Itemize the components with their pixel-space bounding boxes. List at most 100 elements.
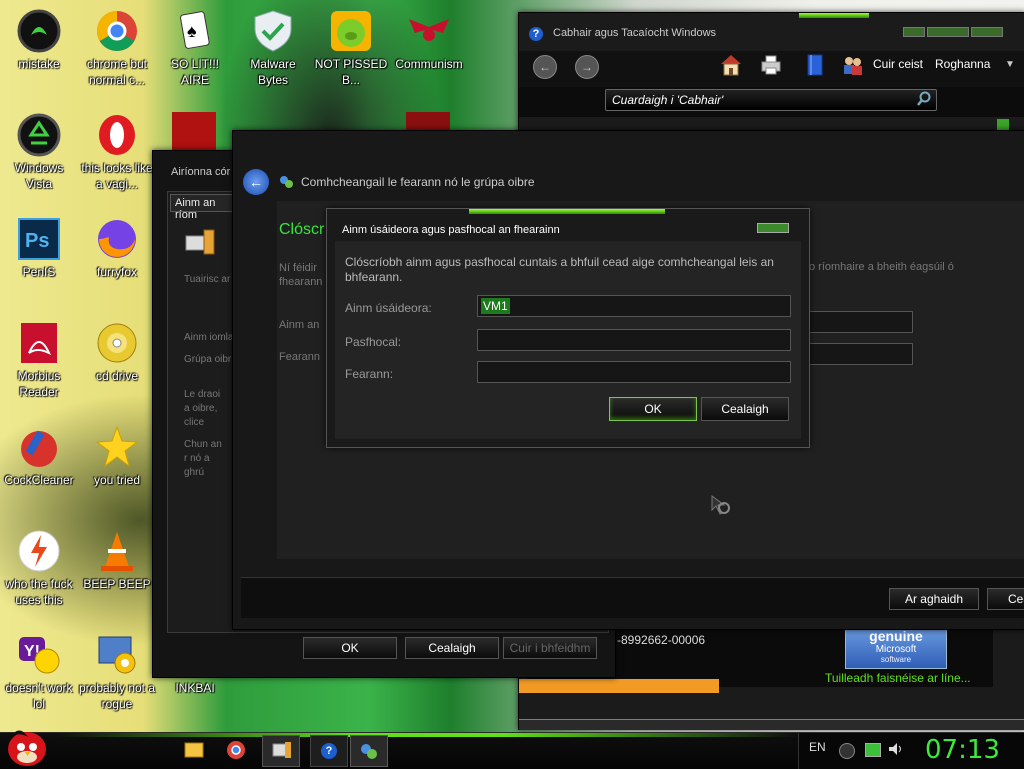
workgroup-label: Grúpa oibr bbox=[184, 354, 232, 365]
home-icon[interactable] bbox=[719, 53, 743, 77]
vlc-cone-icon bbox=[94, 528, 140, 574]
chrome-icon bbox=[94, 8, 140, 54]
start-button[interactable] bbox=[4, 725, 50, 767]
desktop-icon-label: chrome but normal c... bbox=[86, 57, 148, 87]
username-input[interactable]: VM1 bbox=[477, 295, 791, 317]
genuine-sub: software bbox=[880, 655, 912, 664]
print-icon[interactable] bbox=[759, 53, 783, 77]
desktop-icon-probably-not-a-rogue[interactable]: probably not a rogue bbox=[78, 632, 156, 712]
cancel-button[interactable]: Cealaigh bbox=[405, 637, 499, 659]
acrobat-icon bbox=[16, 320, 62, 366]
titlebar-accent bbox=[799, 13, 869, 18]
desktop-icon-opera[interactable]: this looks like a vagi... bbox=[78, 112, 156, 192]
username-value: VM1 bbox=[481, 298, 510, 314]
desktop-icon-yahoo[interactable]: Y! doesn't work lol bbox=[0, 632, 78, 712]
dialog-title: Ainm úsáideora agus pasfhocal an fhearai… bbox=[342, 224, 560, 236]
desktop-icon-label: this looks like a vagi... bbox=[81, 161, 153, 191]
clock[interactable]: 07:13 bbox=[925, 733, 1000, 767]
desktop-icon-label: INKBAI bbox=[175, 681, 215, 695]
maximize-button[interactable] bbox=[927, 27, 969, 37]
desktop-icon-label: SO LIT!!! AIRE bbox=[170, 57, 219, 87]
control-panel-icon bbox=[94, 632, 140, 678]
desktop-icon-mistake[interactable]: mistake bbox=[0, 8, 78, 72]
full-name-label: Ainm iomla bbox=[184, 332, 234, 343]
system-properties-taskbar-button[interactable] bbox=[262, 735, 300, 767]
desktop-icon-label: NOT PISSED B... bbox=[314, 57, 388, 87]
domain-label: Fearann bbox=[279, 351, 320, 363]
ask-people-icon[interactable] bbox=[841, 53, 865, 77]
desktop-icon-beep-beep[interactable]: BEEP BEEP bbox=[78, 528, 156, 592]
desktop-icon-flash[interactable]: who the fuck uses this bbox=[0, 528, 78, 608]
browse-help-icon[interactable] bbox=[803, 53, 827, 77]
busy-cursor-icon bbox=[710, 494, 734, 518]
desktop-icon-furryfox[interactable]: furryfox bbox=[78, 216, 156, 280]
desktop-icon-label: doesn't work lol bbox=[5, 681, 73, 711]
desktop-icon-morbius-reader[interactable]: Morbius Reader bbox=[0, 320, 78, 400]
desktop-icon-windows-vista[interactable]: Windows Vista bbox=[0, 112, 78, 192]
apply-button[interactable]: Cuir i bhfeidhm bbox=[503, 637, 597, 659]
password-input[interactable] bbox=[477, 329, 791, 351]
dialog-body: Clóscríobh ainm agus pasfhocal cuntais a… bbox=[335, 241, 801, 439]
cancel-button-partial[interactable]: Cea bbox=[987, 588, 1024, 610]
playing-cards-icon: ♠ bbox=[172, 8, 218, 54]
username-field-bg[interactable] bbox=[807, 311, 913, 333]
network-icon[interactable] bbox=[865, 743, 881, 757]
help-toolbar: ← → Cuir ceist Roghanna ▼ bbox=[519, 51, 1024, 87]
back-arrow-icon[interactable]: ← bbox=[533, 55, 557, 79]
desktop-icon-label: mistake bbox=[18, 57, 60, 71]
eagle-icon bbox=[406, 8, 452, 54]
desktop-icon-you-tried[interactable]: you tried bbox=[78, 424, 156, 488]
desktop-icon-label: BEEP BEEP bbox=[83, 577, 151, 591]
help-taskbar-button[interactable]: ? bbox=[310, 735, 348, 767]
rename-text: Chun an r nó a ghrú bbox=[184, 439, 222, 478]
genuine-text: genuine bbox=[869, 628, 923, 644]
ask-button[interactable]: Cuir ceist bbox=[873, 57, 923, 71]
desktop-icon-penis[interactable]: Ps PenIS bbox=[0, 216, 78, 280]
chrome-taskbar-icon[interactable] bbox=[222, 737, 250, 763]
credentials-dialog: Ainm úsáideora agus pasfhocal an fhearai… bbox=[326, 208, 810, 448]
desktop-icon-label: probably not a rogue bbox=[78, 681, 156, 711]
speaker-icon[interactable] bbox=[887, 741, 903, 757]
tab-computer-name[interactable]: Ainm an ríom bbox=[170, 194, 234, 221]
domain-input[interactable] bbox=[477, 361, 791, 383]
desktop-icon-communism[interactable]: Communism bbox=[390, 8, 468, 72]
explorer-taskbar-icon[interactable] bbox=[180, 737, 208, 763]
desktop-icon-label: PenIS bbox=[22, 265, 56, 279]
domain-label: Fearann: bbox=[345, 367, 394, 381]
username-label: Ainm an bbox=[279, 319, 320, 331]
username-label: Ainm úsáideora: bbox=[345, 301, 432, 315]
desktop-icon-label: you tried bbox=[93, 473, 141, 487]
minimize-button[interactable] bbox=[903, 27, 925, 37]
angry-pig-icon bbox=[328, 8, 374, 54]
desktop-icon-so-lit-aire[interactable]: ♠ SO LIT!!! AIRE bbox=[156, 8, 234, 88]
domain-field-bg[interactable] bbox=[807, 343, 913, 365]
desktop-icon-malware-bytes[interactable]: Malware Bytes bbox=[234, 8, 312, 88]
desktop-icon-label: who the fuck uses this bbox=[5, 577, 73, 607]
search-icon[interactable] bbox=[916, 91, 932, 107]
options-button[interactable]: Roghanna bbox=[935, 57, 990, 71]
options-chevron-icon[interactable]: ▼ bbox=[1005, 59, 1015, 70]
join-domain-taskbar-button[interactable] bbox=[350, 735, 388, 767]
forward-arrow-icon[interactable]: → bbox=[575, 55, 599, 79]
desktop-icon-cd-drive[interactable]: cd drive bbox=[78, 320, 156, 384]
desktop-icon-chrome[interactable]: chrome but normal c... bbox=[78, 8, 156, 88]
search-bar: Cuardaigh i 'Cabhair' bbox=[519, 87, 1024, 117]
ok-button[interactable]: OK bbox=[609, 397, 697, 421]
cd-drive-icon bbox=[94, 320, 140, 366]
next-button[interactable]: Ar aghaidh bbox=[889, 588, 979, 610]
language-indicator[interactable]: EN bbox=[809, 740, 826, 754]
desktop-icon-cockcleaner[interactable]: CockCleaner bbox=[0, 424, 78, 488]
search-input[interactable]: Cuardaigh i 'Cabhair' bbox=[605, 89, 937, 111]
desktop-icon-label: cd drive bbox=[95, 369, 139, 383]
close-button[interactable] bbox=[971, 27, 1003, 37]
wizard-description: Ní féidir fhearann bbox=[279, 262, 323, 288]
flash-player-icon[interactable] bbox=[172, 112, 216, 150]
more-info-link[interactable]: Tuilleadh faisnéise ar líne... bbox=[825, 671, 971, 685]
window-title: Cabhair agus Tacaíocht Windows bbox=[553, 27, 717, 39]
cancel-button[interactable]: Cealaigh bbox=[701, 397, 789, 421]
action-center-icon[interactable] bbox=[839, 743, 855, 759]
ok-button[interactable]: OK bbox=[303, 637, 397, 659]
desktop-icon-not-pissed[interactable]: NOT PISSED B... bbox=[312, 8, 390, 88]
back-arrow-icon[interactable]: ← bbox=[243, 169, 269, 195]
close-button[interactable] bbox=[757, 223, 789, 233]
